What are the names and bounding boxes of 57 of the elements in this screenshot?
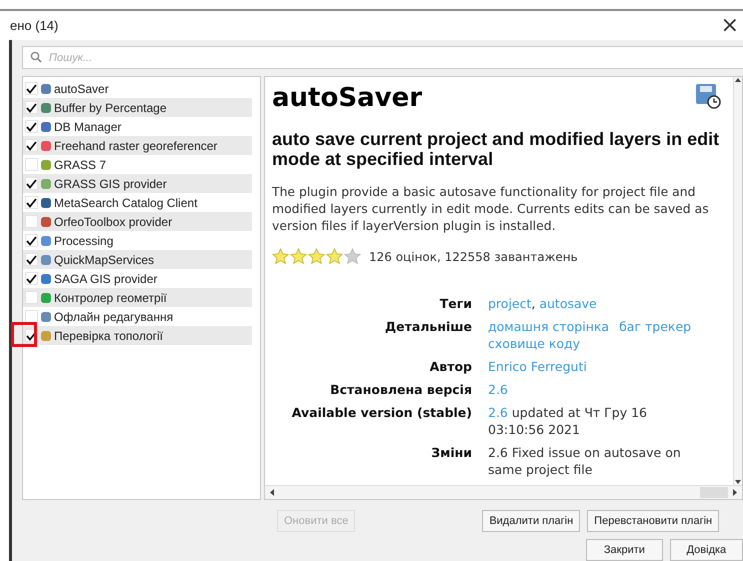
plugin-name[interactable]: MetaSearch Catalog Client — [54, 196, 198, 210]
field-label: Встановлена версія — [329, 381, 472, 398]
field-value: 2.6 updated at Чт Гру 16 03:10:56 2021 — [488, 404, 648, 438]
scroll-left-icon[interactable] — [269, 489, 275, 496]
check-icon — [26, 140, 37, 150]
plugin-title: autoSaver — [272, 83, 422, 113]
plugin-name[interactable]: GRASS 7 — [54, 158, 106, 172]
scroll-up-icon[interactable] — [735, 77, 741, 83]
plugin-name[interactable]: Офлайн редагування — [54, 310, 174, 324]
rating-text: 126 оцінок, 122558 завантажень — [369, 250, 578, 264]
star-icon — [290, 248, 307, 265]
check-icon — [26, 198, 37, 208]
field-label: Available version (stable) — [290, 404, 472, 422]
search-icon — [30, 51, 42, 63]
check-icon — [26, 122, 37, 132]
check-icon — [26, 274, 37, 284]
scroll-thumb[interactable] — [700, 487, 728, 498]
star-icon — [344, 248, 361, 265]
checkbox[interactable] — [25, 196, 38, 209]
check-icon — [26, 178, 37, 188]
star-icon — [272, 248, 289, 265]
plugin-description: The plugin provide a basic autosave functionality for project file and modified layers currently in edit mode. Currents edits can be saved as version files if layerVersion plugin is installed. — [272, 183, 710, 234]
plugin-name[interactable]: SAGA GIS provider — [54, 272, 158, 286]
plugin-name[interactable]: Processing — [54, 234, 114, 248]
field-label: Теги — [438, 295, 472, 312]
check-icon — [26, 84, 37, 94]
checkbox[interactable] — [25, 139, 38, 152]
checkbox[interactable] — [25, 177, 38, 190]
field-label: Автор — [428, 358, 472, 375]
scroll-right-icon[interactable] — [732, 489, 738, 496]
checkbox[interactable] — [25, 234, 38, 247]
field-label: Зміни — [430, 444, 472, 462]
action-button[interactable]: Перевстановити плагін — [587, 510, 720, 532]
plugin-name[interactable]: autoSaver — [54, 82, 109, 96]
checkbox[interactable] — [25, 101, 38, 114]
close-button[interactable]: × — [720, 16, 743, 36]
checkbox[interactable] — [25, 82, 38, 95]
check-icon — [26, 102, 37, 112]
plugin-subtitle: auto save current project and modified layers in edit mode at specified interval — [272, 129, 720, 169]
field-value: project, autosave — [488, 295, 598, 312]
field-label: Детальніше — [384, 318, 472, 336]
checkbox[interactable] — [25, 253, 38, 266]
star-icon — [326, 248, 343, 265]
dialog-button[interactable]: Закрити — [586, 539, 663, 561]
floppy-clock-icon — [695, 83, 721, 109]
dialog-button[interactable]: Довідка — [670, 539, 743, 561]
star-icon — [308, 248, 325, 265]
check-icon — [26, 330, 37, 340]
checkbox[interactable] — [25, 120, 38, 133]
search-field[interactable]: Пошук... — [22, 46, 743, 69]
check-icon — [26, 236, 37, 246]
field-value: 2.6 Fixed issue on autosave on same project file — [488, 444, 682, 478]
action-button[interactable]: Видалити плагін — [482, 510, 580, 532]
window-title: ено (14) — [10, 18, 58, 33]
plugin-name[interactable]: DB Manager — [54, 120, 122, 134]
checkbox[interactable] — [25, 272, 38, 285]
check-icon — [26, 254, 37, 264]
